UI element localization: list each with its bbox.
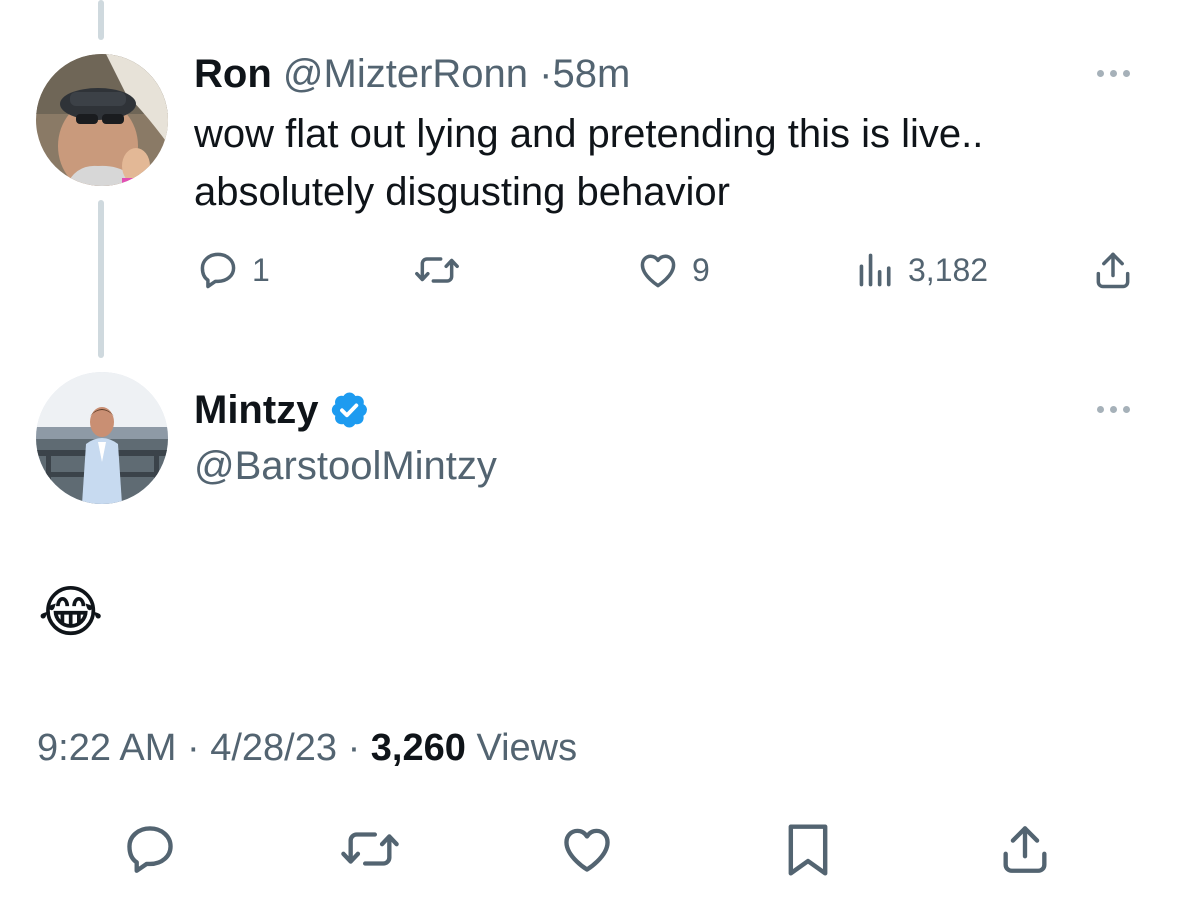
parent-text-line-2: absolutely disgusting behavior	[194, 170, 730, 214]
main-views-label: Views	[476, 727, 578, 769]
parent-more-icon[interactable]	[1097, 70, 1130, 77]
parent-reply-button[interactable]: 1	[196, 248, 270, 292]
parent-timestamp[interactable]: 58m	[552, 52, 630, 96]
thread-line-top	[98, 0, 104, 40]
main-handle[interactable]: @BarstoolMintzy	[194, 444, 497, 488]
meta-separator-2: ·	[347, 727, 361, 769]
thread-line-connector	[98, 200, 104, 358]
main-tweet-text: 😂	[38, 580, 104, 643]
parent-like-button[interactable]: 9	[636, 248, 710, 292]
parent-view-count: 3,182	[908, 251, 989, 288]
parent-handle[interactable]: @MizterRonn	[283, 52, 528, 96]
main-like-button[interactable]	[557, 820, 617, 878]
meta-separator-1: ·	[186, 727, 200, 769]
retweet-icon	[415, 257, 459, 283]
main-share-button[interactable]	[996, 820, 1054, 878]
parent-share-button[interactable]	[1090, 248, 1136, 292]
main-more-icon[interactable]	[1097, 406, 1130, 413]
parent-tweet-header: Ron @MizterRonn ·58m	[194, 50, 630, 98]
retweet-icon	[341, 832, 399, 866]
main-date[interactable]: 4/28/23	[210, 727, 337, 769]
main-reply-button[interactable]	[121, 820, 179, 878]
avatar-mintzy[interactable]	[36, 372, 168, 504]
parent-text-line-1: wow flat out lying and pretending this i…	[194, 112, 984, 156]
parent-tweet-text: wow flat out lying and pretending this i…	[194, 105, 983, 221]
parent-reply-count: 1	[252, 251, 270, 288]
parent-display-name[interactable]: Ron	[194, 52, 272, 96]
main-retweet-button[interactable]	[336, 820, 404, 878]
bookmark-icon	[788, 824, 828, 876]
parent-separator: ·	[539, 52, 553, 96]
verified-badge-icon	[332, 392, 368, 428]
avatar-ron[interactable]	[36, 54, 168, 186]
like-icon	[640, 254, 676, 288]
main-time[interactable]: 9:22 AM	[37, 727, 176, 769]
share-icon	[1003, 826, 1047, 873]
parent-retweet-button[interactable]	[412, 248, 462, 292]
reply-icon	[127, 826, 173, 873]
main-views-count: 3,260	[370, 727, 466, 769]
reply-icon	[200, 252, 236, 289]
like-icon	[564, 828, 610, 872]
share-icon	[1096, 252, 1130, 289]
main-display-name[interactable]: Mintzy	[194, 386, 318, 434]
parent-like-count: 9	[692, 251, 710, 288]
views-icon	[859, 253, 891, 287]
parent-views-button[interactable]: 3,182	[856, 248, 988, 292]
main-tweet-meta: 9:22 AM · 4/28/23 · 3,260 Views	[37, 722, 577, 774]
main-display-name-line: Mintzy	[194, 386, 370, 434]
main-bookmark-button[interactable]	[781, 820, 835, 880]
main-handle-line: @BarstoolMintzy	[194, 442, 497, 490]
